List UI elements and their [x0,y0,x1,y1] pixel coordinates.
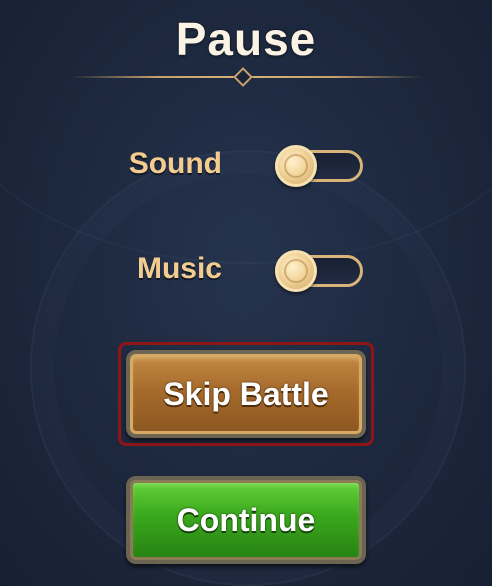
dialog-title: Pause [175,13,317,65]
sound-label: Sound [128,147,222,180]
continue-button[interactable]: Continue [126,476,366,564]
skip-battle-button[interactable]: Skip Battle [126,350,366,438]
pause-dialog: Pause Sound Music Skip Battle Continue [0,0,492,586]
music-toggle[interactable] [275,250,363,292]
music-label: Music [136,252,222,285]
sound-toggle[interactable] [275,145,363,187]
music-toggle-knob [275,250,317,292]
sound-toggle-knob [275,145,317,187]
